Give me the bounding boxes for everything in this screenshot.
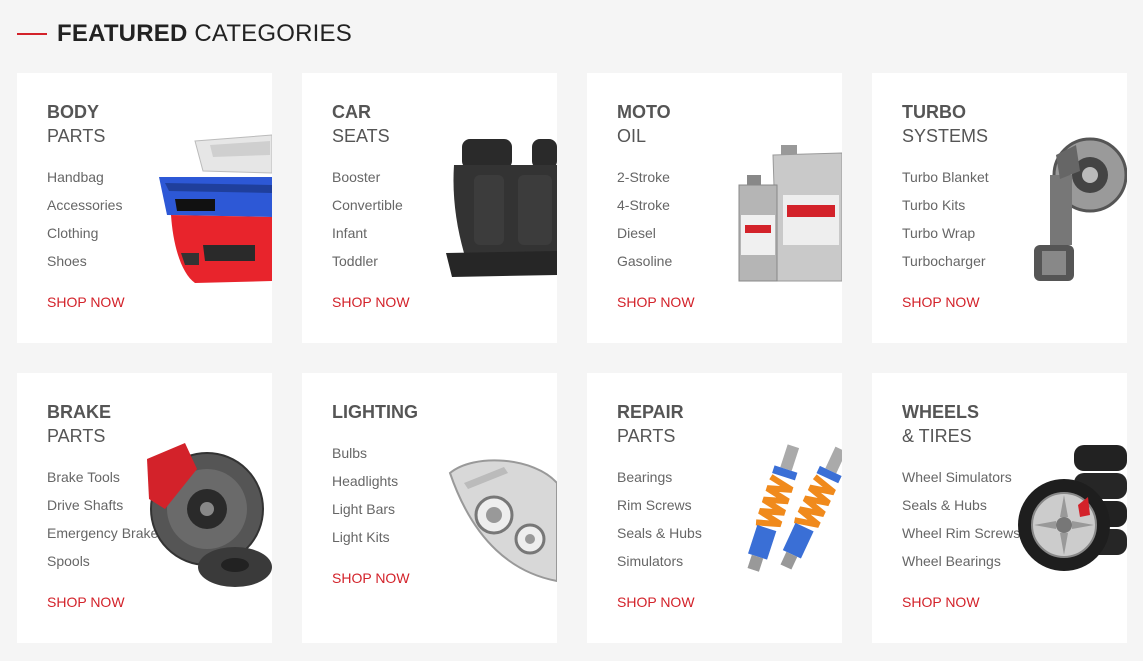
shop-now-link[interactable]: SHOP NOW <box>902 594 980 610</box>
category-title[interactable]: LIGHTING <box>332 400 418 424</box>
category-link[interactable]: Light Bars <box>332 495 398 523</box>
category-links: Turbo Blanket Turbo Kits Turbo Wrap Turb… <box>902 163 989 275</box>
shop-now-link[interactable]: SHOP NOW <box>902 294 980 310</box>
turbocharger-icon[interactable] <box>1020 135 1127 285</box>
category-link[interactable]: Turbocharger <box>902 247 989 275</box>
category-link[interactable]: 2-Stroke <box>617 163 672 191</box>
category-link[interactable]: Convertible <box>332 191 403 219</box>
category-link[interactable]: Wheel Rim Screws <box>902 519 1020 547</box>
category-link[interactable]: 4-Stroke <box>617 191 672 219</box>
category-link[interactable]: Headlights <box>332 467 398 495</box>
shop-now-link[interactable]: SHOP NOW <box>47 594 125 610</box>
category-links: Bulbs Headlights Light Bars Light Kits <box>332 439 398 551</box>
shop-now-link[interactable]: SHOP NOW <box>617 594 695 610</box>
headlight-icon[interactable] <box>444 453 557 583</box>
category-link[interactable]: Booster <box>332 163 403 191</box>
category-link[interactable]: Turbo Blanket <box>902 163 989 191</box>
shop-now-link[interactable]: SHOP NOW <box>332 570 410 586</box>
category-card-turbo-systems: TURBO SYSTEMS Turbo Blanket Turbo Kits Tu… <box>872 73 1127 343</box>
header-accent-line <box>17 33 47 35</box>
category-card-wheels-tires: WHEELS & TIRES Wheel Simulators Seals & H… <box>872 373 1127 643</box>
category-link[interactable]: Toddler <box>332 247 403 275</box>
section-header: FEATURED CATEGORIES <box>17 18 352 50</box>
brake-disc-icon[interactable] <box>145 439 272 589</box>
category-links: Brake Tools Drive Shafts Emergency Brake… <box>47 463 158 575</box>
car-seat-icon[interactable] <box>444 135 557 280</box>
category-link[interactable]: Turbo Kits <box>902 191 989 219</box>
category-links: Wheel Simulators Seals & Hubs Wheel Rim … <box>902 463 1020 575</box>
shop-now-link[interactable]: SHOP NOW <box>47 294 125 310</box>
category-title[interactable]: BRAKE PARTS <box>47 400 111 448</box>
category-card-body-parts: BODY PARTS Handbag Accessories Clothing S… <box>17 73 272 343</box>
category-link[interactable]: Bearings <box>617 463 702 491</box>
category-link[interactable]: Diesel <box>617 219 672 247</box>
wheels-tires-icon[interactable] <box>1018 445 1127 585</box>
oil-bottles-icon[interactable] <box>737 145 842 285</box>
category-card-car-seats: CAR SEATS Booster Convertible Infant Todd… <box>302 73 557 343</box>
category-link[interactable]: Bulbs <box>332 439 398 467</box>
category-link[interactable]: Infant <box>332 219 403 247</box>
category-links: Bearings Rim Screws Seals & Hubs Simulat… <box>617 463 702 575</box>
category-title[interactable]: TURBO SYSTEMS <box>902 100 988 148</box>
category-links: Booster Convertible Infant Toddler <box>332 163 403 275</box>
category-card-brake-parts: BRAKE PARTS Brake Tools Drive Shafts Emer… <box>17 373 272 643</box>
category-link[interactable]: Rim Screws <box>617 491 702 519</box>
category-link[interactable]: Wheel Simulators <box>902 463 1020 491</box>
shock-absorbers-icon[interactable] <box>743 439 842 585</box>
category-links: Handbag Accessories Clothing Shoes <box>47 163 122 275</box>
category-title[interactable]: MOTO OIL <box>617 100 671 148</box>
category-title[interactable]: REPAIR PARTS <box>617 400 684 448</box>
category-title[interactable]: BODY PARTS <box>47 100 105 148</box>
category-link[interactable]: Seals & Hubs <box>902 491 1020 519</box>
category-link[interactable]: Seals & Hubs <box>617 519 702 547</box>
shop-now-link[interactable]: SHOP NOW <box>332 294 410 310</box>
category-link[interactable]: Light Kits <box>332 523 398 551</box>
category-link[interactable]: Turbo Wrap <box>902 219 989 247</box>
category-link[interactable]: Wheel Bearings <box>902 547 1020 575</box>
category-card-repair-parts: REPAIR PARTS Bearings Rim Screws Seals & … <box>587 373 842 643</box>
category-link[interactable]: Gasoline <box>617 247 672 275</box>
section-title: FEATURED CATEGORIES <box>57 20 352 47</box>
bumper-icon[interactable] <box>155 133 272 288</box>
shop-now-link[interactable]: SHOP NOW <box>617 294 695 310</box>
category-link[interactable]: Drive Shafts <box>47 491 158 519</box>
category-card-moto-oil: MOTO OIL 2-Stroke 4-Stroke Diesel Gasolin… <box>587 73 842 343</box>
category-link[interactable]: Emergency Brake <box>47 519 158 547</box>
category-link[interactable]: Brake Tools <box>47 463 158 491</box>
category-title[interactable]: CAR SEATS <box>332 100 390 148</box>
category-links: 2-Stroke 4-Stroke Diesel Gasoline <box>617 163 672 275</box>
category-link[interactable]: Clothing <box>47 219 122 247</box>
category-link[interactable]: Spools <box>47 547 158 575</box>
category-link[interactable]: Shoes <box>47 247 122 275</box>
category-card-lighting: LIGHTING Bulbs Headlights Light Bars Lig… <box>302 373 557 643</box>
category-link[interactable]: Handbag <box>47 163 122 191</box>
category-title[interactable]: WHEELS & TIRES <box>902 400 979 448</box>
category-link[interactable]: Accessories <box>47 191 122 219</box>
category-link[interactable]: Simulators <box>617 547 702 575</box>
